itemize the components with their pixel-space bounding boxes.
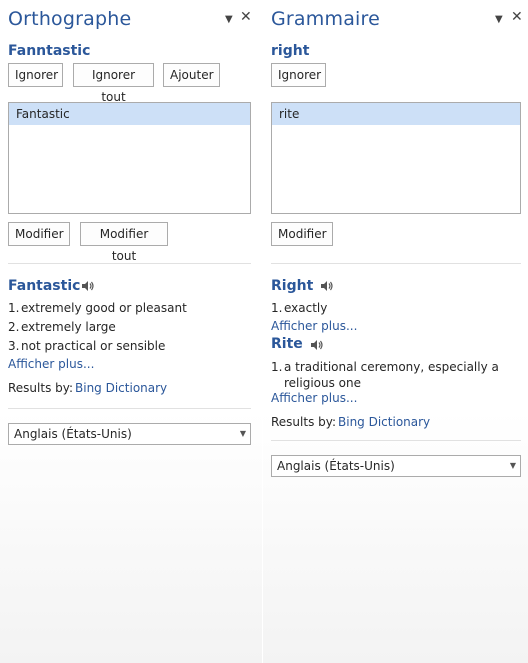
ignore-button[interactable]: Ignorer xyxy=(8,63,63,87)
definition-word: Rite xyxy=(271,336,303,352)
language-value: Anglais (États-Unis) xyxy=(14,427,132,441)
spelling-pane: Orthographe ▼ ✕ Fanntastic Ignorer Ignor… xyxy=(0,0,262,663)
chevron-down-icon[interactable]: ▼ xyxy=(225,12,233,28)
speaker-icon[interactable] xyxy=(81,280,95,292)
suggestion-item[interactable]: rite xyxy=(272,103,520,125)
divider xyxy=(8,408,251,409)
ignore-button[interactable]: Ignorer xyxy=(271,63,326,87)
results-by-label: Results by: xyxy=(8,381,74,395)
results-by-label: Results by: xyxy=(271,415,337,429)
definition-item: 1. extremely good or pleasant xyxy=(8,301,187,315)
speaker-icon[interactable] xyxy=(320,280,334,292)
pane-title: Grammaire xyxy=(271,8,380,30)
grammar-pane: Grammaire ▼ ✕ right Ignorer rite Modifie… xyxy=(263,0,528,663)
definition-word: Right xyxy=(271,278,314,294)
chevron-down-icon: ▼ xyxy=(239,429,246,438)
language-value: Anglais (États-Unis) xyxy=(277,459,395,473)
language-select[interactable]: Anglais (États-Unis) ▼ xyxy=(271,455,521,477)
divider xyxy=(271,440,521,441)
definition-item: 2. extremely large xyxy=(8,320,116,334)
change-button[interactable]: Modifier xyxy=(8,222,70,246)
dictionary-link[interactable]: Bing Dictionary xyxy=(338,415,430,429)
chevron-down-icon: ▼ xyxy=(509,461,516,470)
add-button[interactable]: Ajouter xyxy=(163,63,220,87)
show-more-link[interactable]: Afficher plus... xyxy=(271,319,357,333)
close-icon[interactable]: ✕ xyxy=(511,9,523,25)
show-more-link[interactable]: Afficher plus... xyxy=(8,357,94,371)
change-button[interactable]: Modifier xyxy=(271,222,333,246)
language-select[interactable]: Anglais (États-Unis) ▼ xyxy=(8,423,251,445)
close-icon[interactable]: ✕ xyxy=(240,9,252,25)
divider xyxy=(271,263,521,264)
show-more-link[interactable]: Afficher plus... xyxy=(271,391,357,405)
grammar-issue-word: right xyxy=(271,43,310,59)
ignore-all-button[interactable]: Ignorer tout xyxy=(73,63,154,104)
pane-title: Orthographe xyxy=(8,8,132,30)
definition-word: Fantastic xyxy=(8,278,81,294)
divider xyxy=(8,263,251,264)
definition-item: 3. not practical or sensible xyxy=(8,339,166,353)
suggestion-list[interactable]: Fantastic xyxy=(8,102,251,214)
definition-item: 1. a traditional ceremony, especially a r… xyxy=(271,360,499,390)
misspelled-word: Fanntastic xyxy=(8,43,91,59)
suggestion-item[interactable]: Fantastic xyxy=(9,103,250,125)
suggestion-list[interactable]: rite xyxy=(271,102,521,214)
speaker-icon[interactable] xyxy=(310,339,324,351)
definition-item: 1. exactly xyxy=(271,301,328,315)
change-all-button[interactable]: Modifier tout xyxy=(80,222,168,263)
dictionary-link[interactable]: Bing Dictionary xyxy=(75,381,167,395)
chevron-down-icon[interactable]: ▼ xyxy=(495,12,503,28)
